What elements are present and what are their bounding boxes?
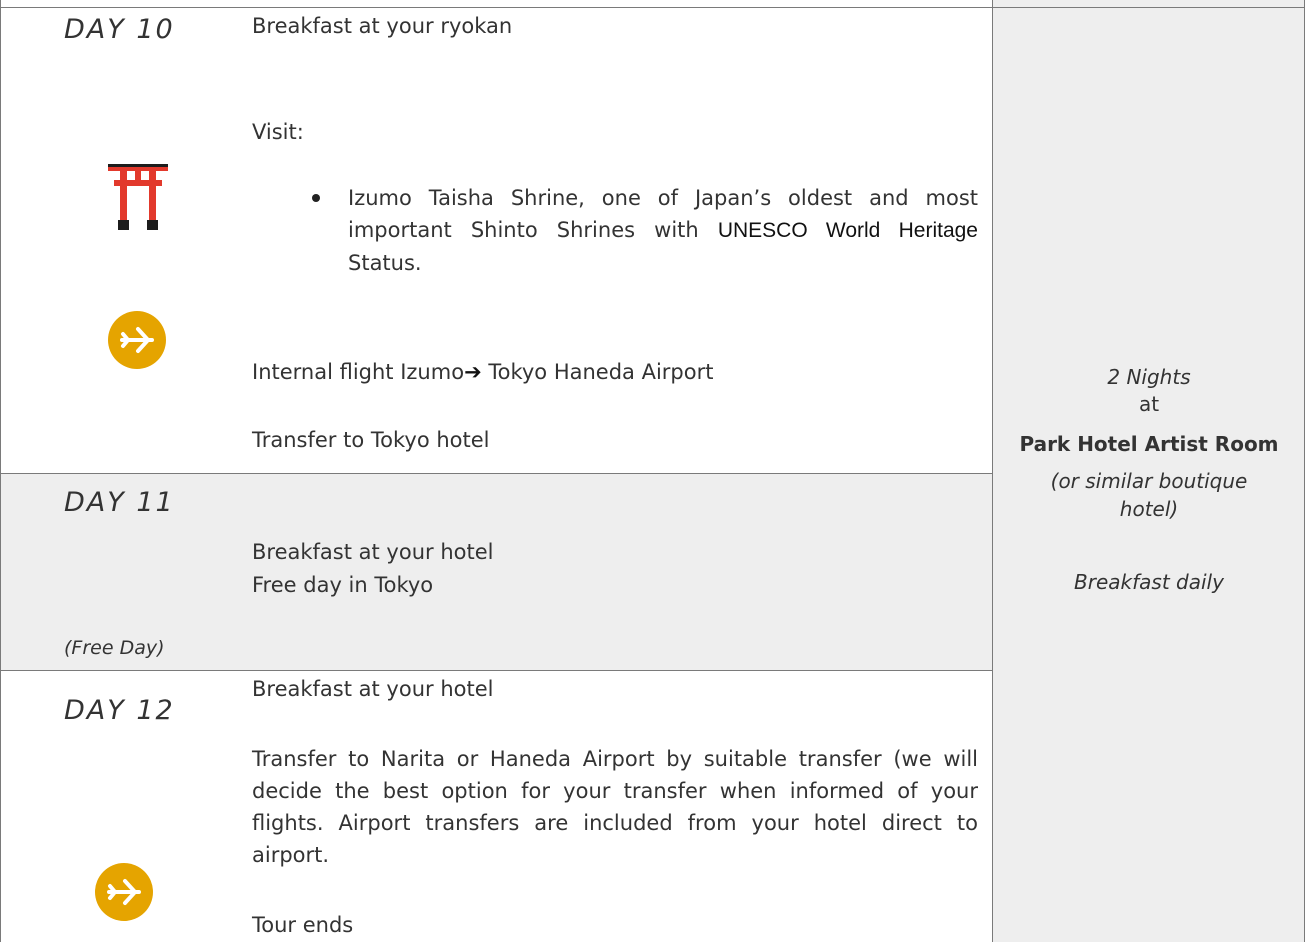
day10-breakfast: Breakfast at your ryokan <box>252 14 513 38</box>
day11-activity: Free day in Tokyo <box>252 573 434 597</box>
table-border-top <box>0 7 1305 8</box>
day10-flight: Internal flight Izumo➔ Tokyo Haneda Airp… <box>252 360 713 384</box>
day11-breakfast: Breakfast at your hotel <box>252 540 494 564</box>
row-divider-day11-day12 <box>0 670 993 671</box>
bullet-dot-icon <box>312 194 320 202</box>
accommodation-at: at <box>1138 392 1160 416</box>
day12-label: DAY 12 <box>64 695 175 726</box>
accommodation-nights: 2 Nights <box>1107 365 1191 389</box>
accommodation-hotel: Park Hotel Artist Room <box>1019 432 1279 456</box>
unesco-highlight: UNESCO World Heritage <box>717 219 978 242</box>
day11-note: (Free Day) <box>64 637 165 659</box>
day10-transfer: Transfer to Tokyo hotel <box>252 428 490 452</box>
day12-breakfast: Breakfast at your hotel <box>252 677 494 701</box>
day12-tour-end: Tour ends <box>252 913 354 937</box>
airplane-icon <box>95 863 153 921</box>
airplane-icon <box>108 311 166 369</box>
day10-visit-label: Visit: <box>252 120 304 144</box>
accommodation-meals: Breakfast daily <box>1074 570 1224 594</box>
flight-origin: Internal flight Izumo <box>252 360 465 384</box>
arrow-right-icon: ➔ <box>464 360 482 384</box>
column-divider <box>992 0 993 942</box>
bullet-end: Status. <box>348 251 422 275</box>
day11-label: DAY 11 <box>64 487 175 518</box>
row-divider-day10-day11 <box>0 473 993 474</box>
day12-transfer-text: Transfer to Narita or Haneda Airport by … <box>252 747 978 867</box>
flight-destination: Tokyo Haneda Airport <box>481 360 714 384</box>
torii-gate-icon <box>108 162 168 232</box>
day10-label: DAY 10 <box>64 14 175 45</box>
accommodation-alternative: (or similar boutique hotel) <box>1050 469 1248 521</box>
table-border-left <box>0 0 1 942</box>
day10-bullet-paragraph: Izumo Taisha Shrine, one of Japan’s olde… <box>348 182 978 279</box>
